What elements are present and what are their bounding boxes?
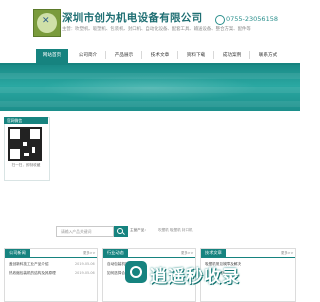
panel-divider: [201, 257, 295, 258]
more-link[interactable]: 更多>>: [83, 250, 95, 255]
news-item[interactable]: 热收缩包装机的结构及其原理: [9, 271, 56, 276]
nav-divider: [249, 51, 250, 59]
wechat-title: 官网微信: [4, 117, 48, 124]
panel-divider: [5, 257, 97, 258]
phone-icon: [215, 15, 225, 25]
hotline-number: 0755-23056158: [226, 15, 278, 23]
nav-divider: [105, 51, 106, 59]
watermark-text: 逍遥秒收录: [150, 267, 240, 287]
qr-finder: [30, 129, 40, 139]
hero-banner: [0, 65, 300, 111]
qr-module: [24, 153, 29, 156]
qr-module: [23, 142, 27, 146]
company-name: 深圳市创为机电设备有限公司: [62, 12, 203, 24]
search-button[interactable]: [114, 226, 128, 237]
nav-item-articles[interactable]: 技术文章: [144, 49, 176, 63]
watermark-ring: [130, 266, 142, 278]
product-search-input[interactable]: 请输入产品关键词: [56, 226, 114, 237]
news-date: 2019-05-06: [75, 271, 95, 275]
nav-divider: [213, 51, 214, 59]
panel-title: 行业动态: [103, 249, 128, 257]
nav-item-cases[interactable]: 成功案例: [216, 49, 248, 63]
wechat-qr-code: [8, 127, 42, 161]
qr-finder: [10, 149, 20, 159]
more-link[interactable]: 更多>>: [181, 250, 193, 255]
more-link[interactable]: 更多>>: [281, 250, 293, 255]
nav-divider: [141, 51, 142, 59]
news-item[interactable]: 盖创新科技工业产品介绍: [9, 262, 49, 267]
panel-title: 技术文章: [201, 249, 226, 257]
search-icon-handle: [122, 232, 125, 235]
site-header: ✕ 深圳市创为机电设备有限公司 主营：吹塑机、吸塑机、包装机、封口机、自动化设备…: [0, 0, 300, 38]
wechat-caption: 扫一扫，即刻收藏: [11, 163, 41, 167]
nav-item-home[interactable]: 网站首页: [36, 49, 68, 63]
company-logo[interactable]: ✕: [33, 9, 61, 37]
nav-item-contact[interactable]: 联系方式: [252, 49, 284, 63]
logo-mark: ✕: [42, 16, 50, 26]
banner-glow: [40, 75, 260, 101]
panel-divider: [103, 257, 195, 258]
company-subtitle: 主营：吹塑机、吸塑机、包装机、封口机、自动化设备、配套工具、输送设备、整合方案、…: [62, 27, 251, 32]
qr-module: [32, 147, 35, 153]
company-news-panel: 公司新闻 更多>> 盖创新科技工业产品介绍 2019-05-06 热收缩包装机的…: [4, 248, 98, 302]
nav-item-products[interactable]: 产品展示: [108, 49, 140, 63]
news-date: 2019-05-06: [75, 262, 95, 266]
main-products-label: 主营产品：: [130, 228, 148, 232]
main-products-links[interactable]: 吹塑机 吸塑机 封口机: [158, 228, 193, 233]
qr-finder: [10, 129, 20, 139]
banner-stripe: [0, 101, 300, 107]
panel-title: 公司新闻: [5, 249, 30, 257]
nav-item-about[interactable]: 公司简介: [72, 49, 104, 63]
nav-divider: [177, 51, 178, 59]
watermark-logo-icon: [125, 261, 147, 283]
nav-item-downloads[interactable]: 资料下载: [180, 49, 212, 63]
main-navigation: 网站首页 公司简介 产品展示 技术文章 资料下载 成功案例 联系方式: [0, 45, 300, 65]
